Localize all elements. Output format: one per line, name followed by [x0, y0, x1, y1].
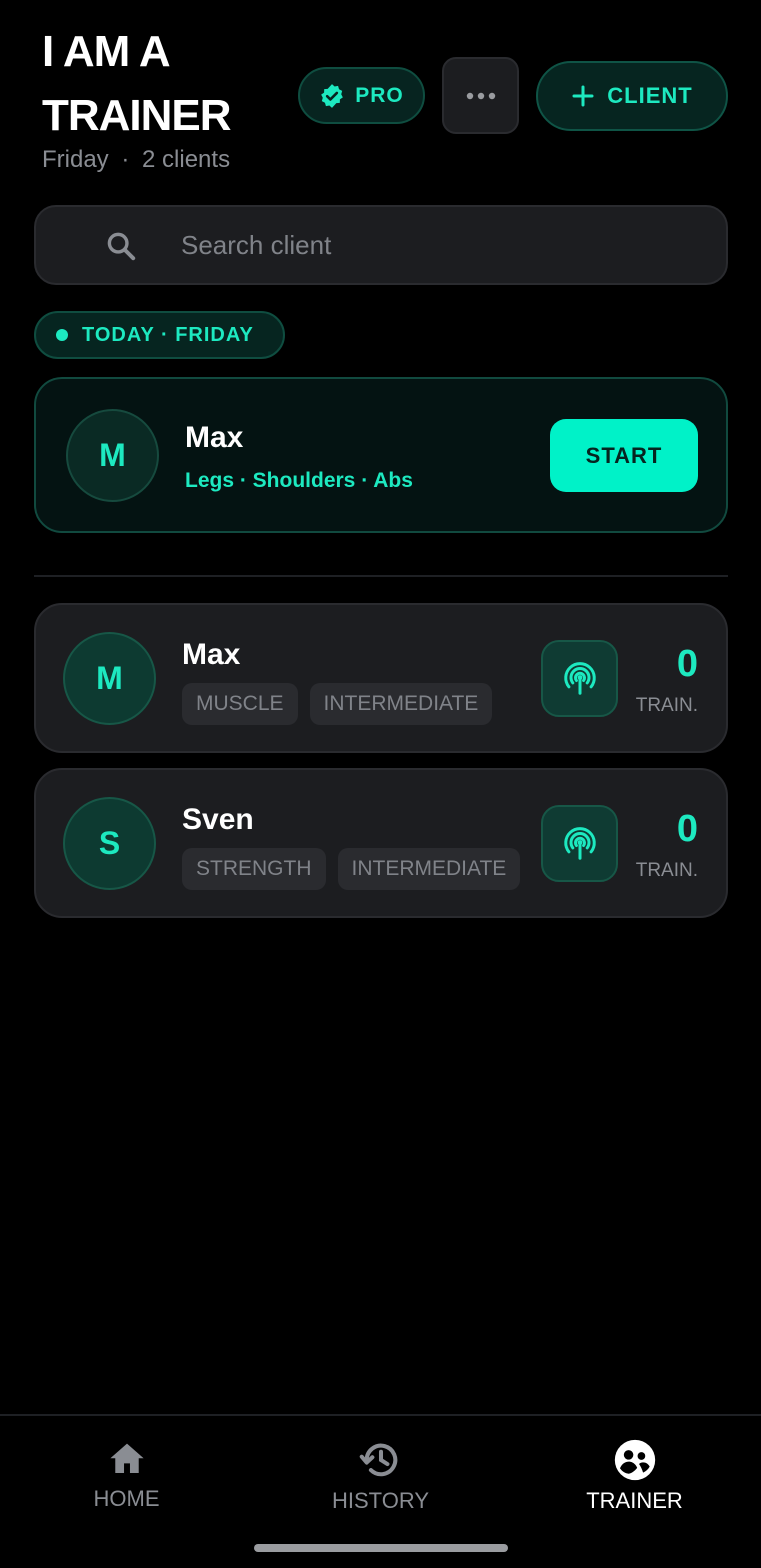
- client-tags: STRENGTH INTERMEDIATE: [182, 848, 521, 890]
- today-chip-label: TODAY · FRIDAY: [82, 323, 254, 346]
- pro-label: PRO: [355, 83, 404, 107]
- nav-label-home: HOME: [93, 1486, 160, 1511]
- client-name: Sven: [182, 803, 254, 836]
- nav-item-history[interactable]: HISTORY: [254, 1438, 507, 1514]
- broadcast-icon: [563, 661, 596, 695]
- search-bar: [34, 205, 728, 285]
- nav-label-trainer: TRAINER: [586, 1488, 683, 1513]
- divider: [34, 575, 728, 577]
- trainings-count: 0: [676, 808, 698, 850]
- add-client-button[interactable]: CLIENT: [536, 61, 728, 131]
- page-title-line1: I AM A: [42, 27, 171, 76]
- search-input[interactable]: [181, 225, 701, 265]
- today-session-card[interactable]: M Max Legs · Shoulders · Abs START: [34, 377, 728, 533]
- broadcast-icon: [563, 826, 596, 860]
- pro-badge[interactable]: PRO: [298, 67, 425, 124]
- nav-item-trainer[interactable]: TRAINER: [508, 1438, 761, 1514]
- nav-label-history: HISTORY: [332, 1488, 429, 1513]
- today-chip: TODAY · FRIDAY: [34, 311, 285, 359]
- start-button[interactable]: START: [550, 419, 698, 492]
- live-session-button[interactable]: [541, 640, 618, 717]
- avatar: M: [63, 632, 156, 725]
- today-muscle-groups: Legs · Shoulders · Abs: [185, 469, 413, 492]
- client-tags: MUSCLE INTERMEDIATE: [182, 683, 493, 725]
- verified-badge-icon: [321, 83, 344, 108]
- live-session-button[interactable]: [541, 805, 618, 882]
- page-title-line2: TRAINER: [42, 91, 232, 140]
- more-options-button[interactable]: [442, 57, 519, 134]
- client-card[interactable]: S Sven STRENGTH INTERMEDIATE 0 TRAIN.: [34, 768, 728, 918]
- client-card[interactable]: M Max MUSCLE INTERMEDIATE 0 TRAIN.: [34, 603, 728, 753]
- page-title: I AM A TRAINER: [42, 20, 232, 148]
- add-client-label: CLIENT: [607, 83, 693, 108]
- plus-icon: [572, 85, 594, 107]
- client-name: Max: [182, 638, 241, 671]
- more-horizontal-icon: [466, 92, 495, 99]
- trainings-label: TRAIN.: [635, 860, 698, 881]
- trainings-label: TRAIN.: [635, 695, 698, 716]
- avatar: M: [66, 409, 159, 502]
- level-tag: INTERMEDIATE: [337, 848, 521, 890]
- home-indicator[interactable]: [254, 1544, 508, 1552]
- home-icon: [109, 1443, 144, 1473]
- current-day: Friday: [42, 146, 109, 173]
- avatar: S: [63, 797, 156, 890]
- goal-tag: MUSCLE: [182, 683, 298, 725]
- today-client-name: Max: [185, 421, 244, 454]
- search-icon: [107, 232, 136, 261]
- level-tag: INTERMEDIATE: [309, 683, 493, 725]
- trainings-count: 0: [676, 643, 698, 685]
- nav-item-home[interactable]: HOME: [0, 1438, 253, 1512]
- page-subtitle: Friday · 2 clients: [42, 146, 230, 174]
- status-dot: [56, 329, 68, 341]
- goal-tag: STRENGTH: [182, 848, 326, 890]
- separator-dot: ·: [121, 146, 130, 173]
- history-icon: [359, 1443, 397, 1477]
- client-count: 2 clients: [142, 146, 231, 173]
- trainer-icon: [614, 1439, 655, 1481]
